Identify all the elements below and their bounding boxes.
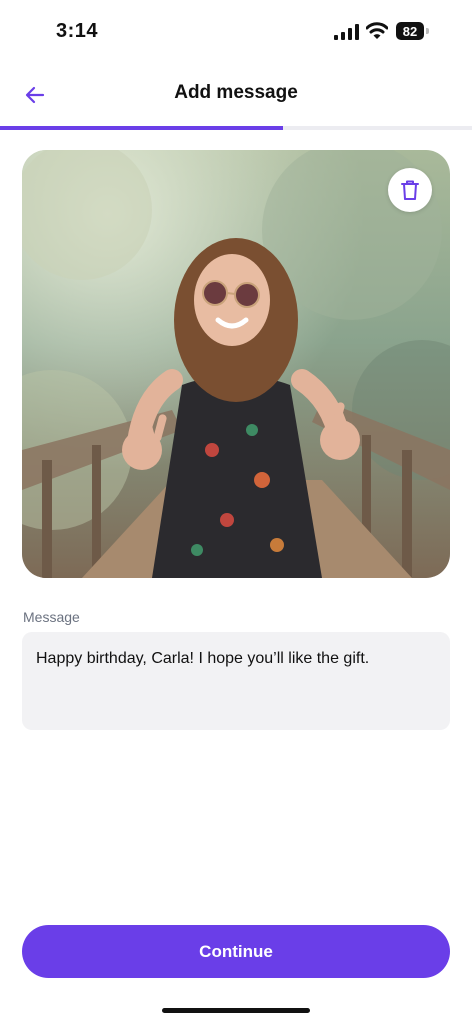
continue-button[interactable]: Continue: [22, 925, 450, 978]
status-time: 3:14: [56, 20, 99, 42]
progress-fill: [0, 126, 284, 130]
page-title: Add message: [174, 82, 298, 103]
screen: 3:14 82 Add message Message Happy birthd…: [0, 0, 472, 1024]
trash-icon: [401, 180, 419, 200]
photo-image: [22, 150, 450, 578]
home-indicator: [162, 1008, 310, 1013]
delete-photo-button[interactable]: [388, 168, 432, 212]
progress-bar: [0, 126, 472, 130]
status-bar: 3:14 82: [0, 0, 472, 64]
battery-level: 82: [396, 22, 424, 40]
battery-cap: [426, 28, 429, 34]
battery-icon: 82: [396, 22, 430, 40]
signal-icon: [334, 24, 359, 40]
photo-card: [22, 150, 450, 578]
message-label: Message: [23, 609, 80, 625]
message-input[interactable]: Happy birthday, Carla! I hope you’ll lik…: [22, 632, 450, 730]
header: Add message: [0, 64, 472, 124]
wifi-icon: [366, 22, 388, 39]
